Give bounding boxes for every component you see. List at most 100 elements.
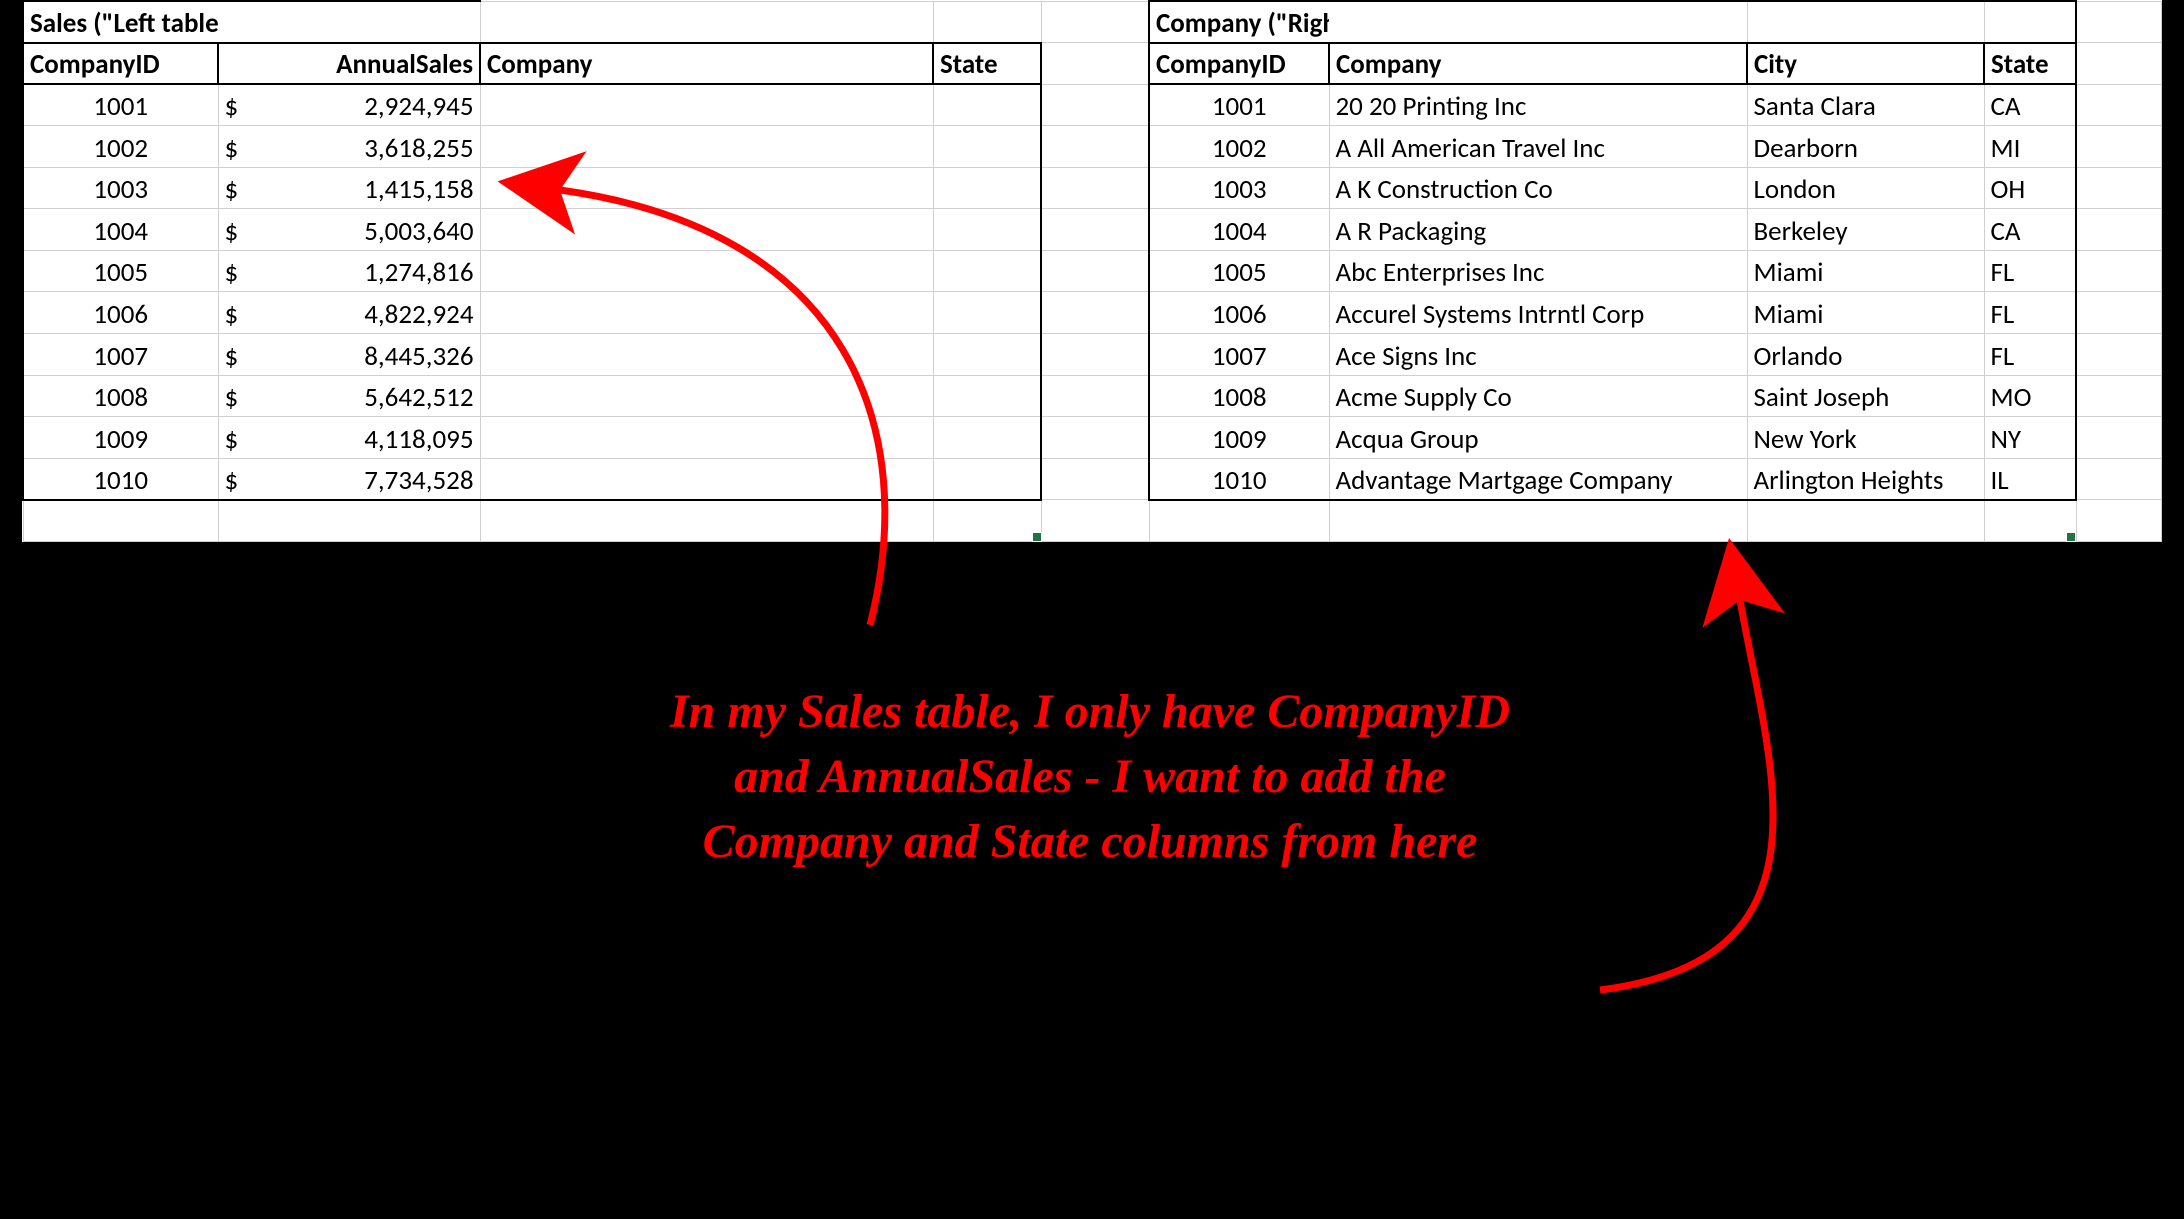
sales-state-cell[interactable] — [933, 292, 1041, 334]
cell[interactable] — [2076, 1, 2162, 43]
company-id[interactable]: 1005 — [1149, 250, 1329, 292]
cell[interactable] — [2076, 292, 2162, 334]
sales-amount[interactable]: $8,445,326 — [218, 334, 480, 376]
company-city[interactable]: Orlando — [1747, 334, 1984, 376]
cell[interactable] — [23, 500, 218, 542]
sales-amount[interactable]: $5,642,512 — [218, 375, 480, 417]
company-city[interactable]: Miami — [1747, 250, 1984, 292]
company-id[interactable]: 1002 — [1149, 126, 1329, 168]
company-name[interactable]: Advantage Martgage Company — [1329, 458, 1747, 500]
cell[interactable] — [2076, 84, 2162, 126]
sales-state-cell[interactable] — [933, 334, 1041, 376]
sales-amount[interactable]: $1,415,158 — [218, 167, 480, 209]
sales-company-cell[interactable] — [480, 126, 933, 168]
sales-id[interactable]: 1010 — [23, 458, 218, 500]
sales-amount[interactable]: $7,734,528 — [218, 458, 480, 500]
company-name[interactable]: Abc Enterprises Inc — [1329, 250, 1747, 292]
company-state[interactable]: MI — [1984, 126, 2076, 168]
sales-id[interactable]: 1004 — [23, 209, 218, 251]
company-id[interactable]: 1006 — [1149, 292, 1329, 334]
cell[interactable] — [1747, 1, 1984, 43]
sales-state-cell[interactable] — [933, 250, 1041, 292]
sales-id[interactable]: 1006 — [23, 292, 218, 334]
company-state[interactable]: OH — [1984, 167, 2076, 209]
sales-state-cell[interactable] — [933, 126, 1041, 168]
cell[interactable] — [1149, 500, 1329, 542]
company-id[interactable]: 1003 — [1149, 167, 1329, 209]
sales-company-cell[interactable] — [480, 375, 933, 417]
sales-amount[interactable]: $4,118,095 — [218, 417, 480, 459]
cell[interactable] — [218, 1, 480, 43]
cell[interactable] — [2076, 334, 2162, 376]
sales-state-cell[interactable] — [933, 375, 1041, 417]
company-state[interactable]: FL — [1984, 250, 2076, 292]
sales-company-cell[interactable] — [480, 84, 933, 126]
cell[interactable] — [1041, 167, 1149, 209]
sales-state-cell[interactable] — [933, 458, 1041, 500]
company-name[interactable]: A K Construction Co — [1329, 167, 1747, 209]
company-id[interactable]: 1007 — [1149, 334, 1329, 376]
company-state[interactable]: FL — [1984, 334, 2076, 376]
company-city[interactable]: London — [1747, 167, 1984, 209]
cell[interactable] — [2076, 417, 2162, 459]
sales-id[interactable]: 1002 — [23, 126, 218, 168]
cell[interactable] — [2076, 43, 2162, 85]
cell[interactable] — [1041, 292, 1149, 334]
cell[interactable] — [2076, 375, 2162, 417]
sales-amount[interactable]: $5,003,640 — [218, 209, 480, 251]
sales-company-cell[interactable] — [480, 292, 933, 334]
sales-company-cell[interactable] — [480, 250, 933, 292]
company-city[interactable]: Miami — [1747, 292, 1984, 334]
cell[interactable] — [1984, 1, 2076, 43]
company-name[interactable]: Accurel Systems Intrntl Corp — [1329, 292, 1747, 334]
cell[interactable] — [480, 1, 933, 43]
company-name[interactable]: A All American Travel Inc — [1329, 126, 1747, 168]
company-id[interactable]: 1010 — [1149, 458, 1329, 500]
company-name[interactable]: Acqua Group — [1329, 417, 1747, 459]
sales-amount[interactable]: $3,618,255 — [218, 126, 480, 168]
company-state[interactable]: IL — [1984, 458, 2076, 500]
cell[interactable] — [1041, 84, 1149, 126]
cell[interactable] — [2076, 458, 2162, 500]
sales-id[interactable]: 1003 — [23, 167, 218, 209]
company-city[interactable]: Dearborn — [1747, 126, 1984, 168]
sales-company-cell[interactable] — [480, 458, 933, 500]
cell[interactable] — [2076, 126, 2162, 168]
company-id[interactable]: 1009 — [1149, 417, 1329, 459]
sales-id[interactable]: 1005 — [23, 250, 218, 292]
company-state[interactable]: MO — [1984, 375, 2076, 417]
company-state[interactable]: FL — [1984, 292, 2076, 334]
company-city[interactable]: Saint Joseph — [1747, 375, 1984, 417]
cell[interactable] — [2076, 250, 2162, 292]
selection-handle-left[interactable] — [1032, 532, 1042, 542]
cell[interactable] — [1041, 458, 1149, 500]
cell[interactable] — [480, 500, 933, 542]
selection-handle-right[interactable] — [2066, 532, 2076, 542]
cell[interactable] — [1041, 126, 1149, 168]
sales-company-cell[interactable] — [480, 334, 933, 376]
company-state[interactable]: CA — [1984, 84, 2076, 126]
cell[interactable] — [1041, 417, 1149, 459]
company-name[interactable]: Ace Signs Inc — [1329, 334, 1747, 376]
company-state[interactable]: CA — [1984, 209, 2076, 251]
sales-state-cell[interactable] — [933, 417, 1041, 459]
company-id[interactable]: 1008 — [1149, 375, 1329, 417]
sales-id[interactable]: 1009 — [23, 417, 218, 459]
cell[interactable] — [1041, 43, 1149, 85]
cell[interactable] — [2076, 209, 2162, 251]
sales-amount[interactable]: $4,822,924 — [218, 292, 480, 334]
company-id[interactable]: 1004 — [1149, 209, 1329, 251]
cell[interactable] — [1041, 375, 1149, 417]
spreadsheet-grid[interactable]: Sales ("Left table")Company ("Right tabl… — [22, 0, 2162, 542]
company-city[interactable]: Berkeley — [1747, 209, 1984, 251]
sales-company-cell[interactable] — [480, 167, 933, 209]
cell[interactable] — [933, 1, 1041, 43]
sales-company-cell[interactable] — [480, 209, 933, 251]
cell[interactable] — [1041, 1, 1149, 43]
sales-state-cell[interactable] — [933, 84, 1041, 126]
cell[interactable] — [218, 500, 480, 542]
cell[interactable] — [1329, 1, 1747, 43]
company-state[interactable]: NY — [1984, 417, 2076, 459]
cell[interactable] — [1747, 500, 1984, 542]
sales-id[interactable]: 1008 — [23, 375, 218, 417]
